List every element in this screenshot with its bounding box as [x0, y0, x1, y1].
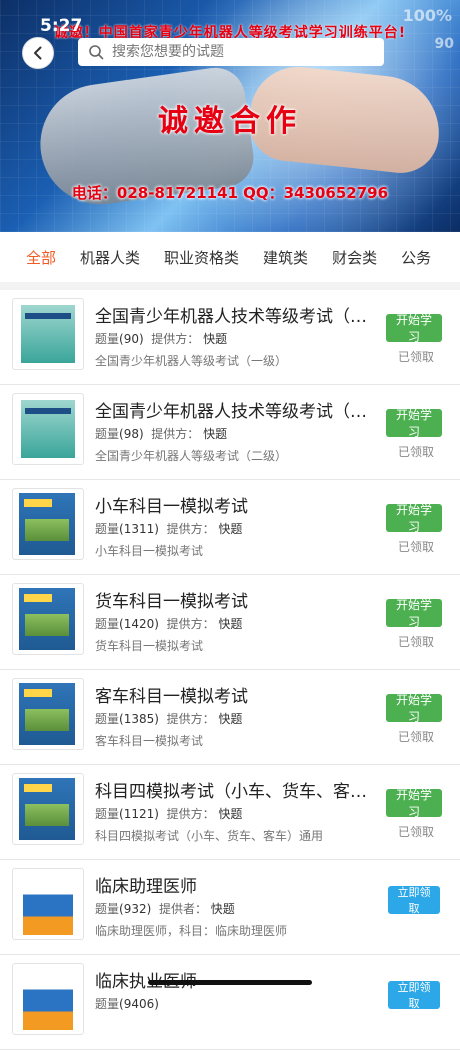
medical-book-cover — [12, 868, 84, 940]
back-button[interactable] — [22, 37, 54, 69]
start-study-button[interactable]: 开始学习 — [386, 408, 442, 439]
item-title: 小车科目一模拟考试 — [95, 497, 248, 517]
driving-book-cover — [12, 773, 84, 845]
tab-robotics[interactable]: 机器人类 — [80, 247, 140, 268]
home-indicator[interactable] — [148, 980, 312, 985]
list-item[interactable]: 临床执业医师 题量(9406) 立即领取 — [0, 955, 460, 1050]
chevron-left-icon — [34, 46, 42, 60]
item-title: 科目四模拟考试（小车、货车、客车） — [95, 782, 375, 802]
tab-construction[interactable]: 建筑类 — [263, 247, 308, 268]
claimed-label: 已领取 — [397, 540, 434, 554]
item-subtitle: 小车科目一模拟考试 — [95, 544, 204, 558]
banner-overlay-right: 90 — [434, 36, 454, 52]
list-item[interactable]: 货车科目一模拟考试 题量(1420) 提供方： 快题 货车科目一模拟考试 开始学… — [0, 575, 460, 670]
start-study-button[interactable]: 开始学习 — [386, 503, 442, 534]
item-subtitle: 科目四模拟考试（小车、货车、客车）通用 — [95, 829, 324, 843]
item-meta: 题量(932) 提供者： 快题 — [95, 902, 235, 916]
item-title: 货车科目一模拟考试 — [95, 592, 248, 612]
start-study-button[interactable]: 开始学习 — [386, 693, 442, 724]
item-title: 临床助理医师 — [95, 877, 197, 897]
search-bar[interactable] — [78, 38, 384, 66]
list-item[interactable]: 科目四模拟考试（小车、货车、客车） 题量(1121) 提供方： 快题 科目四模拟… — [0, 765, 460, 860]
claimed-label: 已领取 — [397, 635, 434, 649]
tab-civil-service[interactable]: 公务 — [401, 247, 431, 268]
claimed-label: 已领取 — [397, 825, 434, 839]
item-title: 全国青少年机器人技术等级考试（一级） — [95, 307, 375, 327]
list-item[interactable]: 全国青少年机器人技术等级考试（二级） 题量(98) 提供方： 快题 全国青少年机… — [0, 385, 460, 480]
claimed-label: 已领取 — [397, 730, 434, 744]
tab-accounting[interactable]: 财会类 — [332, 247, 377, 268]
list-item[interactable]: 全国青少年机器人技术等级考试（一级） 题量(90) 提供方： 快题 全国青少年机… — [0, 290, 460, 385]
start-study-button[interactable]: 开始学习 — [386, 788, 442, 819]
item-subtitle: 临床助理医师，科目：临床助理医师 — [95, 924, 288, 938]
item-meta: 题量(9406) — [95, 997, 159, 1011]
banner-headline: 诚邀合作 — [158, 104, 302, 139]
claimed-label: 已领取 — [397, 350, 434, 364]
driving-book-cover — [12, 488, 84, 560]
item-meta: 题量(98) 提供方： 快题 — [95, 427, 228, 441]
item-title: 客车科目一模拟考试 — [95, 687, 248, 707]
category-tabs: 全部 机器人类 职业资格类 建筑类 财会类 公务 — [0, 232, 460, 282]
item-meta: 题量(1121) 提供方： 快题 — [95, 807, 243, 821]
banner-contact: 电话：028-81721141 QQ：3430652796 — [71, 184, 389, 202]
item-title: 全国青少年机器人技术等级考试（二级） — [95, 402, 375, 422]
claimed-label: 已领取 — [397, 445, 434, 459]
search-input[interactable] — [110, 43, 364, 61]
item-subtitle: 货车科目一模拟考试 — [95, 639, 204, 653]
list-item[interactable]: 小车科目一模拟考试 题量(1311) 提供方： 快题 小车科目一模拟考试 开始学… — [0, 480, 460, 575]
banner-overlay-top: 100% — [402, 6, 452, 25]
item-meta: 题量(1311) 提供方： 快题 — [95, 522, 243, 536]
driving-book-cover — [12, 678, 84, 750]
item-meta: 题量(90) 提供方： 快题 — [95, 332, 228, 346]
search-icon — [89, 45, 104, 60]
item-meta: 题量(1385) 提供方： 快题 — [95, 712, 243, 726]
item-subtitle: 客车科目一模拟考试 — [95, 734, 204, 748]
status-time: 5:27 — [40, 16, 83, 36]
claim-now-button[interactable]: 立即领取 — [388, 981, 440, 1010]
item-meta: 题量(1420) 提供方： 快题 — [95, 617, 243, 631]
claim-now-button[interactable]: 立即领取 — [388, 886, 440, 915]
tab-vocational[interactable]: 职业资格类 — [164, 247, 239, 268]
robot-book-cover — [12, 393, 84, 465]
robot-book-cover — [12, 298, 84, 370]
medical-book-cover — [12, 963, 84, 1035]
start-study-button[interactable]: 开始学习 — [386, 313, 442, 344]
item-subtitle: 全国青少年机器人等级考试（二级） — [95, 449, 288, 463]
exam-list: 全国青少年机器人技术等级考试（一级） 题量(90) 提供方： 快题 全国青少年机… — [0, 290, 460, 1050]
item-subtitle: 全国青少年机器人等级考试（一级） — [95, 354, 288, 368]
tab-all[interactable]: 全部 — [26, 247, 56, 268]
list-item[interactable]: 临床助理医师 题量(932) 提供者： 快题 临床助理医师，科目：临床助理医师 … — [0, 860, 460, 955]
driving-book-cover — [12, 583, 84, 655]
list-item[interactable]: 客车科目一模拟考试 题量(1385) 提供方： 快题 客车科目一模拟考试 开始学… — [0, 670, 460, 765]
start-study-button[interactable]: 开始学习 — [386, 598, 442, 629]
